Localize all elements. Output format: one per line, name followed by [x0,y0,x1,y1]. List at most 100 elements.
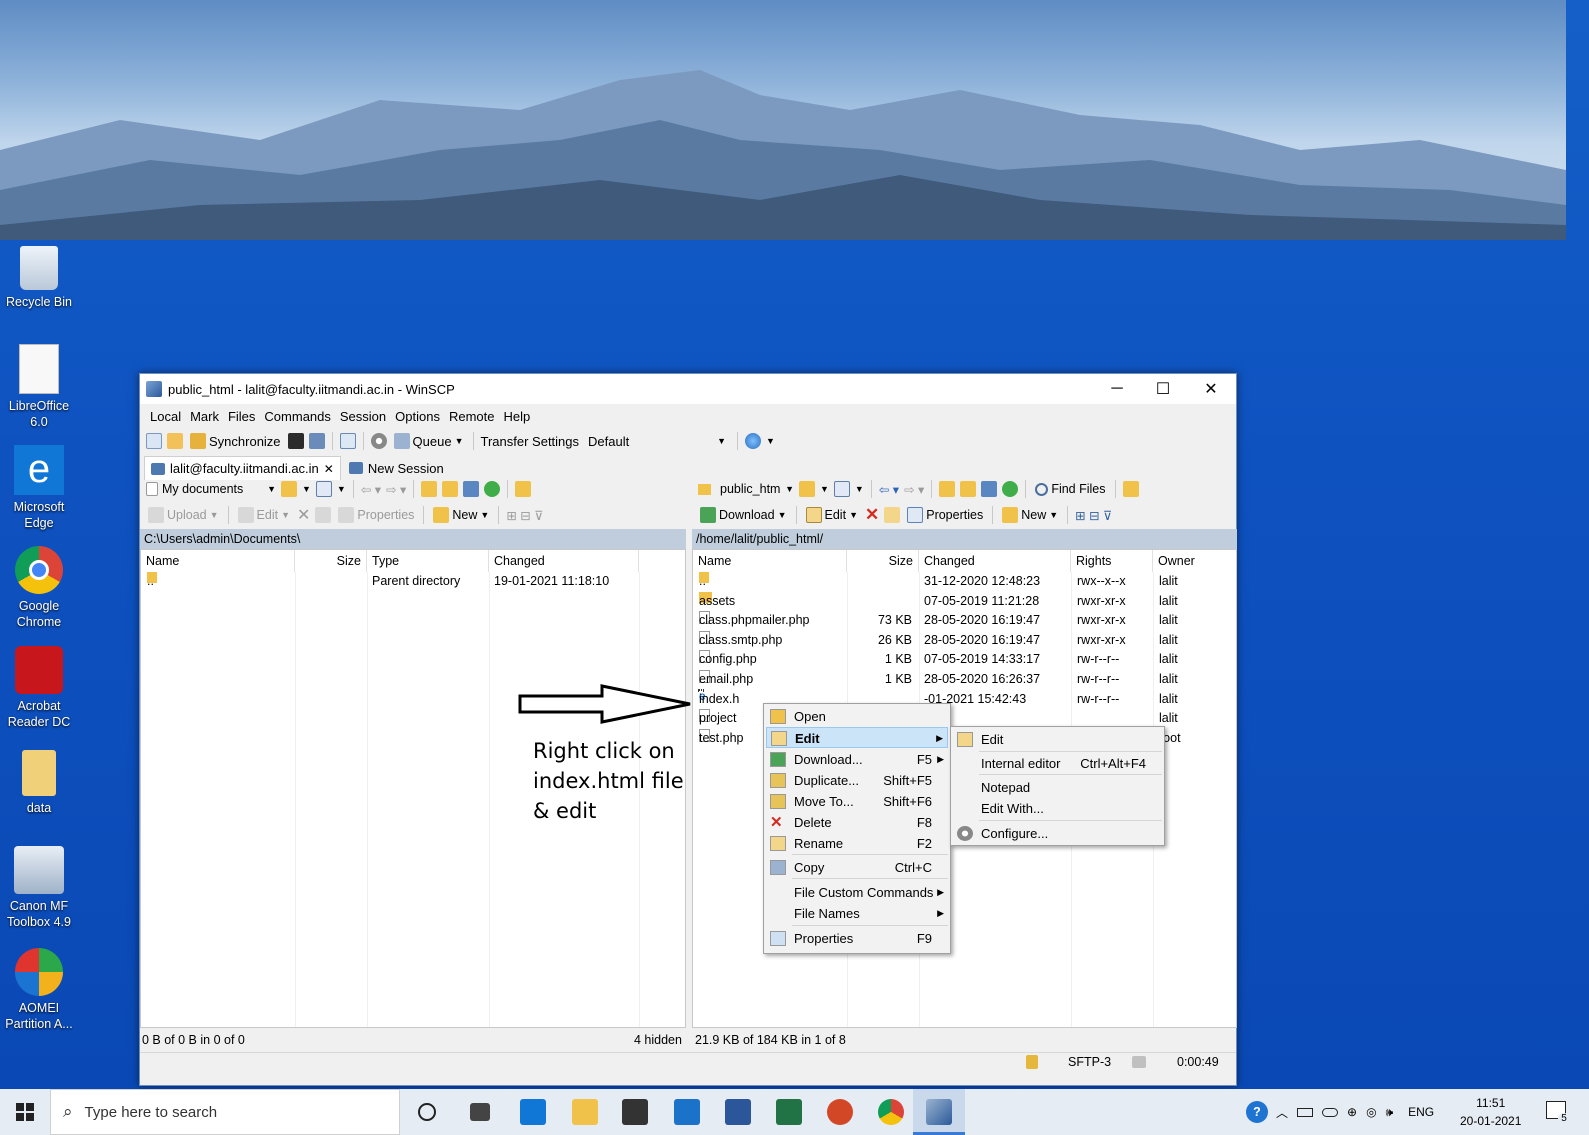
network-icon[interactable]: ⊕ [1347,1105,1357,1119]
chevron-down-icon[interactable]: ▼ [766,436,775,446]
menu-help[interactable]: Help [503,409,530,424]
menu-item-copy[interactable]: Copy Ctrl+C [766,857,948,878]
table-row[interactable]: email.php 1 KB 28-05-2020 16:26:37 rw-r--r-… [693,670,1236,690]
tree-icon[interactable] [339,433,356,449]
delete-icon[interactable]: ✕ [297,505,310,525]
forward-icon[interactable]: ⇨ ▾ [904,482,924,497]
right-edit-button[interactable]: Edit ▼ [804,504,860,526]
queue-button[interactable]: Queue ▼ [392,430,466,452]
menu-files[interactable]: Files [228,409,255,424]
file-explorer-icon[interactable] [572,1099,598,1125]
desktop-icon-data[interactable]: data [4,750,74,816]
desktop-icon-libreoffice[interactable]: LibreOffice 6.0 [4,344,74,430]
close-button[interactable]: ✕ [1188,374,1234,404]
desktop-icon-aomei[interactable]: AOMEI Partition A... [4,948,74,1032]
menu-commands[interactable]: Commands [264,409,330,424]
powerpoint-icon[interactable] [827,1099,853,1125]
open-folder-icon[interactable] [281,481,297,497]
taskbar-winscp-active[interactable] [913,1089,965,1135]
table-row[interactable]: config.php 1 KB 07-05-2019 14:33:17 rw-r--r… [693,650,1236,670]
gear-icon[interactable] [370,433,387,449]
chrome-icon[interactable] [878,1099,904,1125]
menu-item-move-to[interactable]: Move To... Shift+F6 [766,791,948,812]
chevron-down-icon[interactable]: ▼ [337,484,346,494]
minimize-button[interactable]: ─ [1094,374,1140,404]
cortana-icon[interactable] [418,1103,436,1121]
find-files-button[interactable]: Find Files [1033,478,1107,500]
back-icon[interactable]: ⇦ ▾ [879,482,899,497]
tree-view-icon[interactable] [515,481,532,497]
left-hidden-count[interactable]: 4 hidden [634,1033,682,1047]
word-icon[interactable] [725,1099,751,1125]
compare-icon[interactable] [146,433,162,449]
table-row[interactable]: class.smtp.php 26 KB 28-05-2020 16:19:47 rw… [693,630,1236,651]
left-properties-button[interactable]: Properties [336,504,416,526]
transfer-settings-select[interactable]: Default ▼ [584,431,730,451]
submenu-item-edit-with[interactable]: Edit With... [953,798,1162,819]
menu-remote[interactable]: Remote [449,409,495,424]
clock[interactable]: 11:51 20-01-2021 [1460,1089,1521,1135]
home-icon[interactable] [981,481,998,497]
upload-button[interactable]: Upload ▼ [146,504,221,526]
menu-item-download[interactable]: Download... F5 ▶ [766,749,948,770]
desktop-icon-canon[interactable]: Canon MF Toolbox 4.9 [4,846,74,930]
chevron-down-icon[interactable]: ▼ [820,484,829,494]
globe-icon[interactable] [745,433,762,449]
sync-browse-icon[interactable] [167,433,183,449]
title-bar[interactable]: public_html - lalit@faculty.iitmandi.ac.… [140,374,1236,404]
close-icon[interactable]: ✕ [324,462,334,476]
chevron-down-icon[interactable]: ▼ [302,484,311,494]
chevron-up-icon[interactable]: ︿ [1276,1104,1288,1121]
excel-icon[interactable] [776,1099,802,1125]
menu-session[interactable]: Session [340,409,386,424]
menu-item-open[interactable]: Open [766,706,948,727]
tree-view-icon[interactable] [1122,481,1139,497]
submenu-item-internal-editor[interactable]: Internal editor Ctrl+Alt+F4 [953,753,1162,774]
submenu-item-configure[interactable]: Configure... [953,823,1162,844]
table-row[interactable]: .. 31-12-2020 12:48:23 rwx--x--x lalit [693,572,1236,592]
left-location-select[interactable]: My documents ▼ [146,479,276,499]
edge-icon[interactable] [520,1099,546,1125]
right-location-select[interactable]: public_htm ▼ [698,479,794,499]
menu-item-properties[interactable]: Properties F9 [766,928,948,949]
column-header-changed[interactable]: Changed [489,550,639,572]
taskbar-search[interactable]: ⌕ Type here to search [50,1089,400,1135]
menu-item-file-names[interactable]: File Names ▶ [766,903,948,924]
synchronize-button[interactable]: Synchronize [188,430,283,452]
menu-item-file-custom-commands[interactable]: File Custom Commands ▶ [766,882,948,903]
home-icon[interactable] [463,481,480,497]
volume-icon[interactable]: 🕪 [1386,1105,1394,1120]
download-button[interactable]: Download ▼ [698,504,789,526]
menu-mark[interactable]: Mark [190,409,219,424]
maximize-button[interactable]: ☐ [1140,374,1186,404]
submenu-item-edit[interactable]: Edit [953,729,1162,750]
menu-item-rename[interactable]: Rename F2 [766,833,948,854]
putty-icon[interactable] [308,433,325,449]
right-new-button[interactable]: New ▼ [1000,504,1060,526]
column-header-name[interactable]: Name [693,550,847,572]
parent-dir-icon[interactable] [939,481,956,497]
right-path-bar[interactable]: /home/lalit/public_html/ [692,529,1237,549]
menu-item-delete[interactable]: ✕ Delete F8 [766,812,948,833]
menu-local[interactable]: Local [150,409,181,424]
desktop-icon-recycle-bin[interactable]: Recycle Bin [4,246,74,310]
select-all-icon[interactable]: ⊞ ⊟ ⊽ [1075,508,1112,523]
mail-icon[interactable] [674,1099,700,1125]
start-button[interactable] [0,1089,50,1135]
column-header-changed[interactable]: Changed [919,550,1071,572]
back-icon[interactable]: ⇦ ▾ [361,482,381,497]
menu-options[interactable]: Options [395,409,440,424]
column-header-type[interactable]: Type [367,550,489,572]
desktop-icon-acrobat[interactable]: Acrobat Reader DC [4,646,74,730]
left-path-bar[interactable]: C:\Users\admin\Documents\ [140,529,686,549]
rename-icon[interactable] [315,507,332,523]
right-properties-button[interactable]: Properties [905,504,985,526]
menu-item-duplicate[interactable]: Duplicate... Shift+F5 [766,770,948,791]
forward-icon[interactable]: ⇨ ▾ [386,482,406,497]
submenu-item-notepad[interactable]: Notepad [953,777,1162,798]
refresh-icon[interactable] [1002,481,1019,497]
root-dir-icon[interactable] [960,481,977,497]
onedrive-icon[interactable] [1322,1107,1339,1117]
parent-dir-icon[interactable] [421,481,438,497]
store-icon[interactable] [622,1099,648,1125]
